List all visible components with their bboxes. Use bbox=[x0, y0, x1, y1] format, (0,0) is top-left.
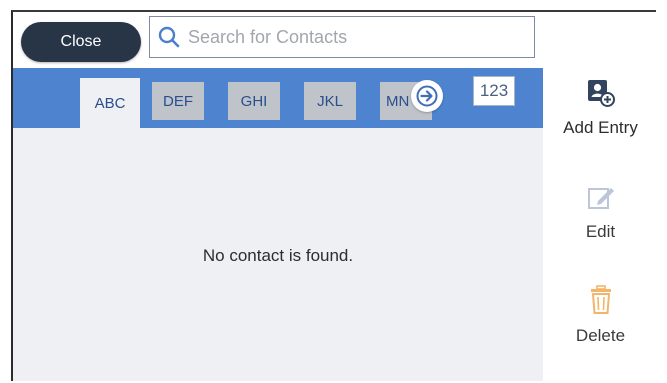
next-tabs-button[interactable] bbox=[411, 80, 443, 112]
tab-abc[interactable]: ABC bbox=[80, 78, 140, 128]
tab-jkl[interactable]: JKL bbox=[304, 82, 356, 120]
alphabet-tab-strip: ABC DEF GHI JKL MN 123 bbox=[13, 68, 543, 128]
edit-button[interactable]: Edit bbox=[543, 182, 656, 242]
delete-button[interactable]: Delete bbox=[543, 284, 656, 346]
close-button[interactable]: Close bbox=[21, 22, 141, 62]
search-icon bbox=[158, 26, 180, 48]
trash-icon bbox=[590, 285, 611, 314]
empty-message: No contact is found. bbox=[202, 246, 354, 265]
search-placeholder: Search for Contacts bbox=[188, 26, 348, 47]
delete-label: Delete bbox=[575, 326, 626, 345]
arrow-right-icon bbox=[416, 85, 438, 107]
tab-def[interactable]: DEF bbox=[152, 82, 204, 120]
tab-ghi[interactable]: GHI bbox=[228, 82, 280, 120]
contact-list: No contact is found. bbox=[13, 128, 543, 381]
action-panel: Add Entry Edit Delete bbox=[543, 12, 656, 381]
edit-icon bbox=[587, 188, 614, 209]
tab-123[interactable]: 123 bbox=[473, 76, 515, 106]
add-entry-button[interactable]: Add Entry bbox=[543, 78, 656, 138]
add-contact-icon bbox=[587, 80, 615, 107]
contacts-window: Close Search for Contacts ABC DEF GHI JK… bbox=[11, 10, 656, 381]
top-bar: Close Search for Contacts bbox=[13, 12, 543, 68]
add-entry-label: Add Entry bbox=[563, 118, 638, 137]
search-input[interactable]: Search for Contacts bbox=[149, 16, 535, 58]
edit-label: Edit bbox=[585, 222, 616, 241]
